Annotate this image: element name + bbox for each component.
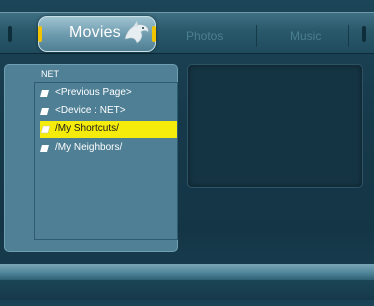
- dolphin-mascot-icon: [124, 21, 149, 44]
- tab-cap-right: [152, 26, 156, 42]
- list-item-previous-page[interactable]: <Previous Page>: [35, 85, 176, 102]
- tab-movies-label: Movies: [69, 24, 121, 41]
- list-item-label: <Device : NET>: [55, 105, 126, 116]
- folder-icon: [40, 90, 49, 97]
- tab-divider: [348, 25, 349, 47]
- list-item-label: /My Shortcuts/: [55, 123, 119, 134]
- folder-icon: [40, 108, 49, 115]
- folder-icon: [40, 145, 49, 152]
- folder-icon: [40, 125, 51, 134]
- tab-photos[interactable]: Photos: [186, 29, 223, 43]
- tab-music[interactable]: Music: [290, 29, 321, 43]
- bottom-status-bar: [0, 264, 374, 280]
- media-player-screen: Movies Photos Music NET <Previous Page>: [0, 0, 374, 306]
- tab-cap-left: [38, 26, 42, 42]
- tab-bar-notch-right: [362, 26, 366, 42]
- list-item-my-neighbors[interactable]: /My Neighbors/: [35, 140, 176, 157]
- list-item-label: /My Neighbors/: [55, 142, 123, 153]
- file-list: <Previous Page> <Device : NET> /My Short…: [34, 82, 178, 240]
- list-item-my-shortcuts[interactable]: /My Shortcuts/: [40, 121, 177, 138]
- bottom-bar-lower: [0, 280, 374, 300]
- tab-movies[interactable]: Movies: [38, 16, 156, 52]
- browser-title: NET: [41, 69, 59, 79]
- tab-bar-notch-left: [8, 26, 12, 42]
- list-item-device-net[interactable]: <Device : NET>: [35, 103, 176, 120]
- file-browser-panel: NET <Previous Page> <Device : NET> /My S…: [4, 64, 178, 252]
- category-tab-bar: Movies Photos Music: [0, 12, 374, 54]
- list-item-label: <Previous Page>: [55, 87, 132, 98]
- preview-panel: [187, 64, 363, 188]
- tab-divider: [256, 25, 257, 47]
